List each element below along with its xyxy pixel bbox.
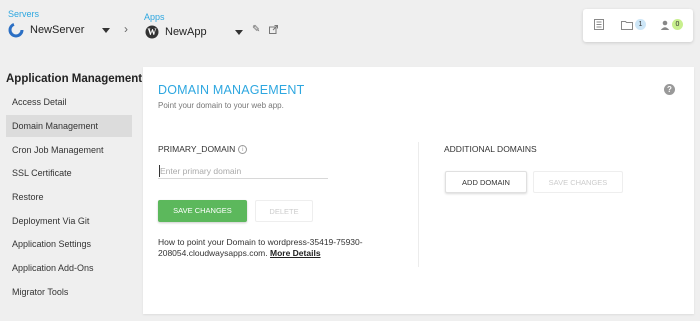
chevron-down-icon — [235, 30, 243, 35]
list-icon — [594, 19, 604, 30]
svg-text:W: W — [148, 27, 157, 37]
app-name: NewApp — [165, 26, 207, 38]
sidebar-item-cron-job-management[interactable]: Cron Job Management — [6, 139, 132, 161]
user-count-badge: 0 — [672, 19, 683, 30]
app-selector[interactable]: W NewApp — [145, 23, 245, 41]
chevron-down-icon — [102, 28, 110, 33]
delete-button[interactable]: DELETE — [255, 200, 313, 222]
sidebar-item-application-add-ons[interactable]: Application Add-Ons — [6, 257, 132, 279]
save-changes-button[interactable]: SAVE CHANGES — [158, 200, 247, 222]
apps-label: Apps — [144, 12, 165, 22]
breadcrumb-chevron-icon: › — [124, 22, 128, 36]
server-selector[interactable]: NewServer — [8, 21, 116, 39]
sidebar-item-ssl-certificate[interactable]: SSL Certificate — [6, 162, 132, 184]
domain-help-message: How to point your Domain to wordpress-35… — [158, 237, 363, 258]
user-icon — [660, 20, 670, 30]
sidebar-item-application-settings[interactable]: Application Settings — [6, 233, 132, 255]
more-details-link[interactable]: More Details — [270, 248, 321, 258]
sidebar-item-migrator-tools[interactable]: Migrator Tools — [6, 281, 132, 303]
info-icon[interactable]: i — [238, 145, 248, 155]
projects-button[interactable]: 1 — [621, 19, 646, 30]
primary-domain-label: PRIMARY_DOMAIN i — [158, 144, 248, 155]
save-additional-button[interactable]: SAVE CHANGES — [533, 171, 623, 193]
folder-count-badge: 1 — [635, 19, 646, 30]
list-icon-button[interactable] — [594, 19, 604, 30]
text-cursor — [159, 165, 160, 177]
servers-label: Servers — [8, 9, 40, 19]
server-name: NewServer — [30, 24, 85, 36]
help-icon[interactable]: ? — [664, 84, 675, 95]
team-button[interactable]: 0 — [660, 19, 683, 30]
sidebar-title: Application Management — [6, 73, 143, 85]
page-title: DOMAIN MANAGEMENT — [158, 83, 305, 97]
edit-pencil-icon[interactable]: ✎ — [252, 24, 260, 35]
sidebar-item-restore[interactable]: Restore — [6, 186, 132, 208]
folder-icon — [621, 20, 633, 30]
page-subtitle: Point your domain to your web app. — [158, 101, 284, 110]
sidebar-item-domain-management[interactable]: Domain Management — [6, 115, 132, 137]
additional-domains-label: ADDITIONAL DOMAINS — [444, 144, 537, 154]
top-right-toolbar: 1 0 — [583, 9, 693, 42]
primary-domain-input[interactable] — [158, 163, 328, 179]
domain-help-text: How to point your Domain to wordpress-35… — [158, 237, 398, 259]
wordpress-icon: W — [145, 25, 159, 39]
column-divider — [418, 142, 419, 267]
add-domain-button[interactable]: ADD DOMAIN — [445, 171, 527, 193]
cloudways-logo-icon — [8, 22, 24, 38]
domain-management-panel: DOMAIN MANAGEMENT Point your domain to y… — [143, 67, 694, 314]
external-link-icon[interactable] — [269, 25, 278, 34]
sidebar-item-access-detail[interactable]: Access Detail — [6, 91, 132, 113]
primary-domain-label-text: PRIMARY_DOMAIN — [158, 144, 236, 154]
top-bar: Servers NewServer › Apps W NewApp ✎ 1 0 — [0, 0, 700, 52]
sidebar-item-deployment-via-git[interactable]: Deployment Via Git — [6, 210, 132, 232]
